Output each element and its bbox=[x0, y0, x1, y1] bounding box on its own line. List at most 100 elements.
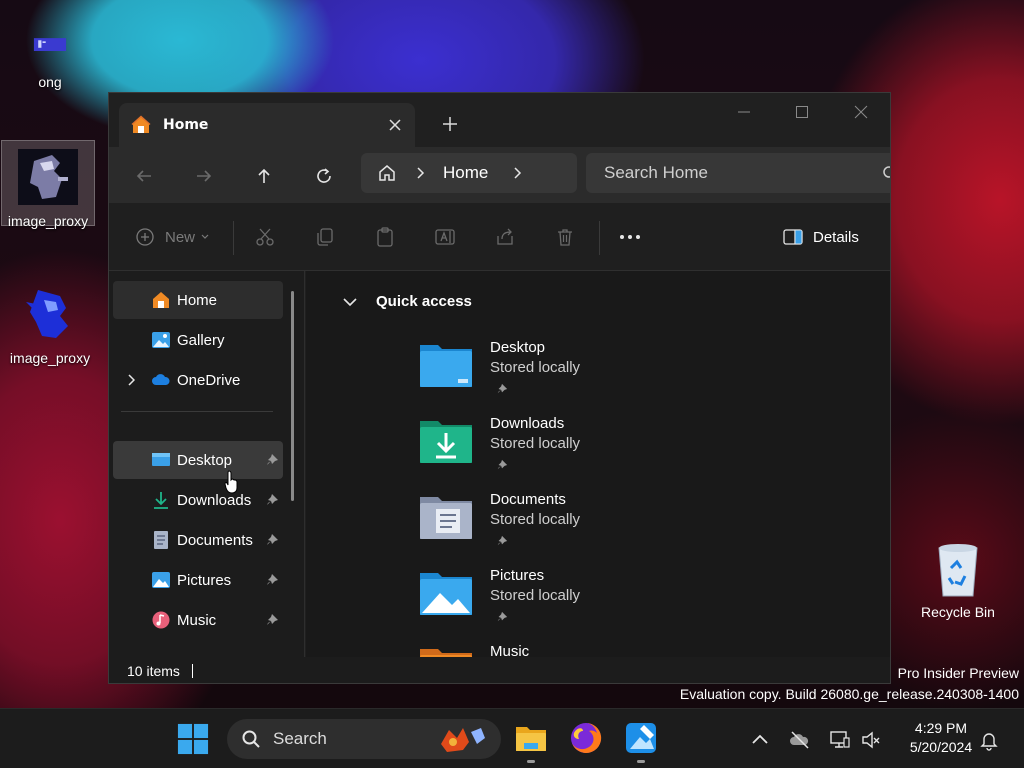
new-label: New bbox=[165, 228, 196, 246]
address-bar[interactable]: Home bbox=[361, 153, 577, 193]
desktop-icon-label: image_proxy bbox=[7, 213, 89, 229]
details-label: Details bbox=[813, 228, 859, 246]
search-icon bbox=[242, 730, 260, 748]
paint-app-icon[interactable] bbox=[624, 721, 658, 755]
back-button[interactable] bbox=[129, 161, 159, 191]
chevron-right-icon[interactable] bbox=[512, 167, 522, 179]
quick-access-label: Quick access bbox=[376, 293, 472, 310]
pin-icon bbox=[497, 611, 508, 622]
chevron-up-icon[interactable] bbox=[749, 729, 771, 751]
sidebar-item-music[interactable]: Music bbox=[113, 601, 283, 639]
sidebar-item-home[interactable]: Home bbox=[113, 281, 283, 319]
pin-icon[interactable] bbox=[265, 533, 279, 547]
network-icon[interactable] bbox=[829, 729, 851, 751]
taskbar-search[interactable]: Search bbox=[227, 719, 501, 759]
refresh-button[interactable] bbox=[309, 161, 339, 191]
search-highlight-icon bbox=[441, 728, 485, 752]
sidebar-item-label: Pictures bbox=[177, 571, 232, 589]
tab-home[interactable]: Home bbox=[119, 103, 415, 147]
new-tab-icon[interactable] bbox=[439, 113, 461, 135]
recycle-bin-label: Recycle Bin bbox=[921, 604, 995, 620]
command-bar: New Details bbox=[109, 203, 890, 271]
folder-downloads[interactable]: Downloads Stored locally bbox=[418, 415, 718, 485]
desktop-icon-label: image_proxy bbox=[9, 350, 91, 366]
folder-status: Stored locally bbox=[490, 359, 581, 376]
desktop-icon-image-proxy-2[interactable]: image_proxy bbox=[3, 286, 97, 366]
scissors-icon bbox=[256, 228, 274, 246]
status-bar: 10 items bbox=[109, 657, 890, 683]
sidebar-item-label: Desktop bbox=[177, 451, 233, 469]
expand-chevron-icon[interactable] bbox=[127, 374, 135, 386]
delete-button[interactable] bbox=[555, 223, 575, 251]
file-explorer-app-icon[interactable] bbox=[514, 721, 548, 755]
search-box[interactable] bbox=[586, 153, 890, 193]
notification-bell-icon[interactable] bbox=[978, 729, 1000, 751]
sidebar-item-onedrive[interactable]: OneDrive bbox=[113, 361, 283, 399]
items-count: 10 items bbox=[127, 663, 180, 679]
system-clock[interactable]: 4:29 PM 5/20/2024 bbox=[896, 719, 986, 757]
downloads-folder-icon bbox=[420, 421, 472, 463]
desktop-folder-icon bbox=[152, 453, 170, 466]
new-button[interactable]: New bbox=[135, 223, 209, 251]
forward-button[interactable] bbox=[189, 161, 219, 191]
folder-music[interactable]: Music bbox=[418, 643, 718, 657]
desktop-icon-image-proxy-1[interactable]: image_proxy bbox=[1, 140, 95, 229]
maximize-button[interactable] bbox=[777, 97, 827, 127]
folder-pictures[interactable]: Pictures Stored locally bbox=[418, 567, 718, 637]
close-tab-icon[interactable] bbox=[385, 115, 405, 135]
minimize-button[interactable] bbox=[719, 97, 769, 127]
folder-status: Stored locally bbox=[490, 587, 581, 604]
home-outline-icon bbox=[379, 165, 395, 181]
clock-time: 4:29 PM bbox=[914, 720, 968, 736]
tab-title: Home bbox=[163, 117, 209, 133]
sidebar-scrollbar[interactable] bbox=[291, 291, 294, 501]
breadcrumb-home[interactable]: Home bbox=[443, 163, 488, 183]
firefox-icon[interactable] bbox=[569, 721, 603, 755]
folder-documents[interactable]: Documents Stored locally bbox=[418, 491, 718, 561]
onedrive-cloud-icon bbox=[152, 374, 170, 385]
onedrive-offline-icon[interactable] bbox=[789, 729, 811, 751]
details-button[interactable]: Details bbox=[783, 223, 859, 251]
sidebar-item-pictures[interactable]: Pictures bbox=[113, 561, 283, 599]
search-input[interactable] bbox=[604, 163, 874, 183]
sidebar-item-gallery[interactable]: Gallery bbox=[113, 321, 283, 359]
recycle-bin-icon bbox=[938, 544, 978, 597]
pin-icon bbox=[497, 459, 508, 470]
minimize-icon bbox=[738, 111, 750, 113]
more-options-button[interactable] bbox=[619, 223, 641, 251]
more-horizontal-icon bbox=[620, 235, 640, 239]
copy-button[interactable] bbox=[315, 223, 335, 251]
volume-muted-icon[interactable] bbox=[860, 729, 882, 751]
running-indicator bbox=[637, 760, 645, 763]
pin-icon[interactable] bbox=[265, 573, 279, 587]
close-icon bbox=[854, 105, 868, 119]
pin-icon[interactable] bbox=[265, 493, 279, 507]
pin-icon[interactable] bbox=[265, 613, 279, 627]
status-divider bbox=[191, 664, 193, 678]
rename-button[interactable] bbox=[435, 223, 455, 251]
sidebar-item-documents[interactable]: Documents bbox=[113, 521, 283, 559]
cut-button[interactable] bbox=[255, 223, 275, 251]
windows-start-icon[interactable] bbox=[177, 723, 209, 755]
pin-icon[interactable] bbox=[265, 453, 279, 467]
arrow-right-icon bbox=[197, 170, 212, 182]
close-window-button[interactable] bbox=[836, 97, 886, 127]
up-button[interactable] bbox=[249, 161, 279, 191]
sidebar-item-downloads[interactable]: Downloads bbox=[113, 481, 283, 519]
title-bar: Home bbox=[109, 93, 890, 153]
desktop-folder-icon bbox=[420, 345, 472, 387]
folder-desktop[interactable]: Desktop Stored locally bbox=[418, 339, 718, 409]
folder-name: Desktop bbox=[490, 339, 546, 356]
sidebar-item-label: OneDrive bbox=[177, 371, 241, 389]
desktop-icon-recycle-bin[interactable]: Recycle Bin bbox=[910, 540, 1006, 620]
download-arrow-icon bbox=[154, 492, 168, 509]
desktop-icon-ong[interactable]: ong bbox=[3, 36, 97, 90]
paste-button[interactable] bbox=[375, 223, 395, 251]
pictures-icon bbox=[152, 572, 170, 588]
share-button[interactable] bbox=[495, 223, 515, 251]
sidebar-item-label: Documents bbox=[177, 531, 253, 549]
toolbar-divider bbox=[599, 221, 600, 255]
quick-access-header[interactable]: Quick access bbox=[342, 293, 472, 310]
sidebar-item-desktop[interactable]: Desktop bbox=[113, 441, 283, 479]
sidebar-item-label: Home bbox=[177, 291, 218, 309]
